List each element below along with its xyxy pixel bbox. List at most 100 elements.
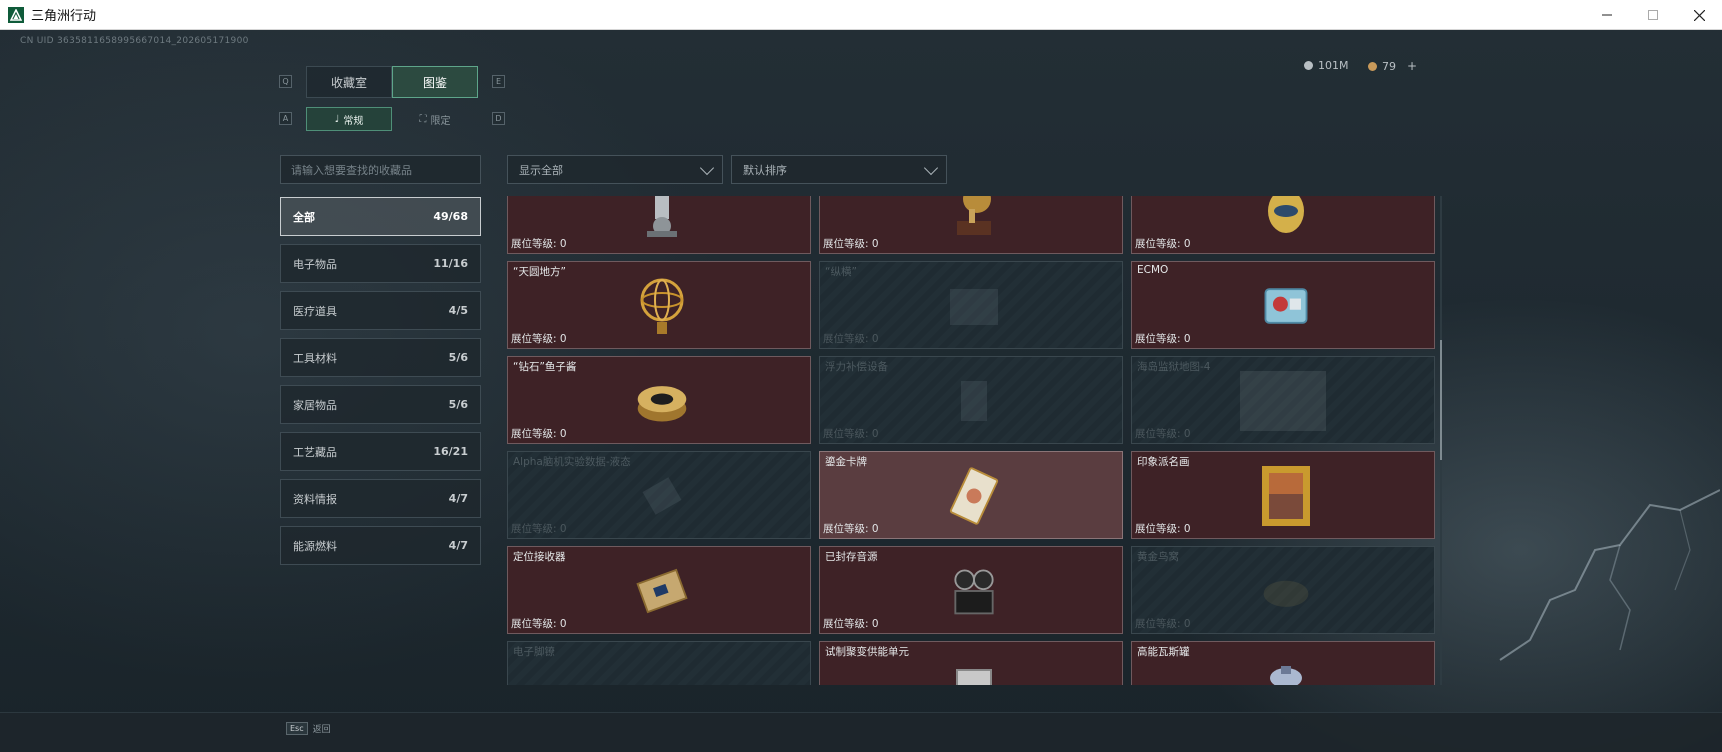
sort-dropdown[interactable]: 默认排序: [731, 155, 947, 184]
tab-catalog[interactable]: 图鉴: [392, 66, 478, 98]
card-level: 展位等级: 0: [1135, 428, 1191, 440]
filter-dropdown[interactable]: 显示全部: [507, 155, 723, 184]
sort-selected: 默认排序: [743, 163, 787, 177]
card-level: 展位等级: 0: [823, 238, 879, 250]
collection-card[interactable]: 已封存音源 展位等级: 0: [819, 546, 1123, 634]
card-level: 展位等级: 0: [823, 428, 879, 440]
board-icon: [946, 274, 1002, 338]
collection-card[interactable]: “钻石”鱼子酱 展位等级: 0: [507, 356, 811, 444]
esc-key-hint: Esc: [286, 722, 308, 735]
category-medical[interactable]: 医疗道具 4/5: [280, 291, 481, 330]
category-label: 医疗道具: [293, 304, 337, 318]
gold-amount: 79: [1382, 59, 1396, 73]
card-level: 展位等级: 0: [1135, 238, 1191, 250]
card-level: 展位等级: 0: [511, 428, 567, 440]
collection-card[interactable]: 海岛监狱地图-4 展位等级: 0: [1131, 356, 1435, 444]
tab-label: 收藏室: [330, 75, 367, 90]
collection-card[interactable]: 展位等级: 0: [1131, 196, 1435, 254]
maximize-button[interactable]: [1630, 0, 1676, 30]
category-fuel[interactable]: 能源燃料 4/7: [280, 526, 481, 565]
golden-nest-icon: [1258, 559, 1314, 623]
gold-coin-icon: [1368, 61, 1377, 71]
collection-card[interactable]: 试制聚变供能单元: [819, 641, 1123, 685]
category-household[interactable]: 家居物品 5/6: [280, 385, 481, 424]
collection-card[interactable]: 展位等级: 0: [507, 196, 811, 254]
window-title: 三角洲行动: [31, 9, 97, 24]
add-currency-button[interactable]: +: [1407, 59, 1417, 73]
robot-arm-icon: [634, 196, 690, 243]
bottom-bar: [0, 712, 1722, 752]
collection-card[interactable]: 定位接收器 展位等级: 0: [507, 546, 811, 634]
chevron-down-icon: [699, 160, 715, 176]
subtab-limited[interactable]: ⛶ 限定: [392, 107, 478, 131]
category-count: 16/21: [433, 445, 468, 458]
chevron-down-icon: [923, 160, 939, 176]
card-name: 高能瓦斯罐: [1137, 646, 1190, 658]
collection-card[interactable]: ECMO 展位等级: 0: [1131, 261, 1435, 349]
category-label: 资料情报: [293, 492, 337, 506]
tab-label: 图鉴: [422, 75, 447, 90]
card-level: 展位等级: 0: [1135, 618, 1191, 630]
search-input[interactable]: 请输入想要查找的收藏品: [280, 155, 481, 184]
keyhint-q: Q: [279, 75, 292, 88]
collection-card[interactable]: 浮力补偿设备 展位等级: 0: [819, 356, 1123, 444]
collection-card[interactable]: 高能瓦斯罐: [1131, 641, 1435, 685]
filter-selected: 显示全部: [519, 163, 563, 177]
back-label: 返回: [312, 725, 331, 735]
fusion-unit-icon: [946, 654, 1002, 685]
category-crafts[interactable]: 工艺藏品 16/21: [280, 432, 481, 471]
category-count: 49/68: [433, 210, 468, 223]
limited-icon: ⛶: [419, 113, 427, 125]
silver-coin-icon: [1304, 61, 1313, 70]
card-name: “钻石”鱼子酱: [513, 361, 577, 373]
collection-card[interactable]: 鎏金卡牌 展位等级: 0: [819, 451, 1123, 539]
category-tools[interactable]: 工具材料 5/6: [280, 338, 481, 377]
collection-card[interactable]: 黄金鸟窝 展位等级: 0: [1131, 546, 1435, 634]
collection-card[interactable]: “天圆地方” 展位等级: 0: [507, 261, 811, 349]
card-name: 海岛监狱地图-4: [1137, 361, 1211, 373]
category-all[interactable]: 全部 49/68: [280, 197, 481, 236]
collection-card[interactable]: Alpha脑机实验数据-液态 展位等级: 0: [507, 451, 811, 539]
card-name: “纵横”: [825, 266, 857, 278]
card-name: “天圆地方”: [513, 266, 566, 278]
window-title-bar: 三角洲行动: [0, 0, 1722, 30]
card-level: 展位等级: 0: [823, 333, 879, 345]
card-level: 展位等级: 0: [1135, 523, 1191, 535]
collection-card[interactable]: 展位等级: 0: [819, 196, 1123, 254]
player-uid: CN UID 3635811658995667014_202605171900: [20, 36, 249, 46]
collection-card[interactable]: 印象派名画 展位等级: 0: [1131, 451, 1435, 539]
close-button[interactable]: [1676, 0, 1722, 30]
music-note-icon: ♩: [334, 113, 340, 125]
collection-card[interactable]: 电子脚镣: [507, 641, 811, 685]
subtab-regular[interactable]: ♩ 常规: [306, 107, 392, 131]
game-viewport: CN UID 3635811658995667014_202605171900 …: [0, 30, 1722, 752]
card-level: 展位等级: 0: [511, 523, 567, 535]
category-count: 4/5: [448, 304, 468, 317]
card-level: 展位等级: 0: [511, 333, 567, 345]
card-name: 黄金鸟窝: [1137, 551, 1179, 563]
painting-icon: [1258, 464, 1314, 528]
map-icon: [1238, 369, 1328, 433]
search-placeholder: 请输入想要查找的收藏品: [291, 163, 412, 177]
ecmo-machine-icon: [1258, 274, 1314, 338]
category-label: 工艺藏品: [293, 445, 337, 459]
back-button[interactable]: Esc 返回: [286, 722, 331, 735]
card-name: 定位接收器: [513, 551, 566, 563]
minimize-button[interactable]: [1584, 0, 1630, 30]
silver-amount: 101M: [1318, 59, 1349, 72]
category-count: 4/7: [448, 539, 468, 552]
grid-scrollbar-thumb[interactable]: [1440, 340, 1442, 460]
category-label: 能源燃料: [293, 539, 337, 553]
category-label: 电子物品: [293, 257, 337, 271]
tab-collection-room[interactable]: 收藏室: [306, 66, 392, 98]
silver-currency: 101M: [1304, 59, 1349, 72]
keyhint-e: E: [492, 75, 505, 88]
category-intel[interactable]: 资料情报 4/7: [280, 479, 481, 518]
collection-card[interactable]: “纵横” 展位等级: 0: [819, 261, 1123, 349]
card-name: 鎏金卡牌: [825, 456, 867, 468]
card-level: 展位等级: 0: [511, 238, 567, 250]
category-electronics[interactable]: 电子物品 11/16: [280, 244, 481, 283]
category-count: 5/6: [448, 351, 468, 364]
reel-recorder-icon: [946, 559, 1002, 623]
caviar-tin-icon: [634, 369, 690, 433]
